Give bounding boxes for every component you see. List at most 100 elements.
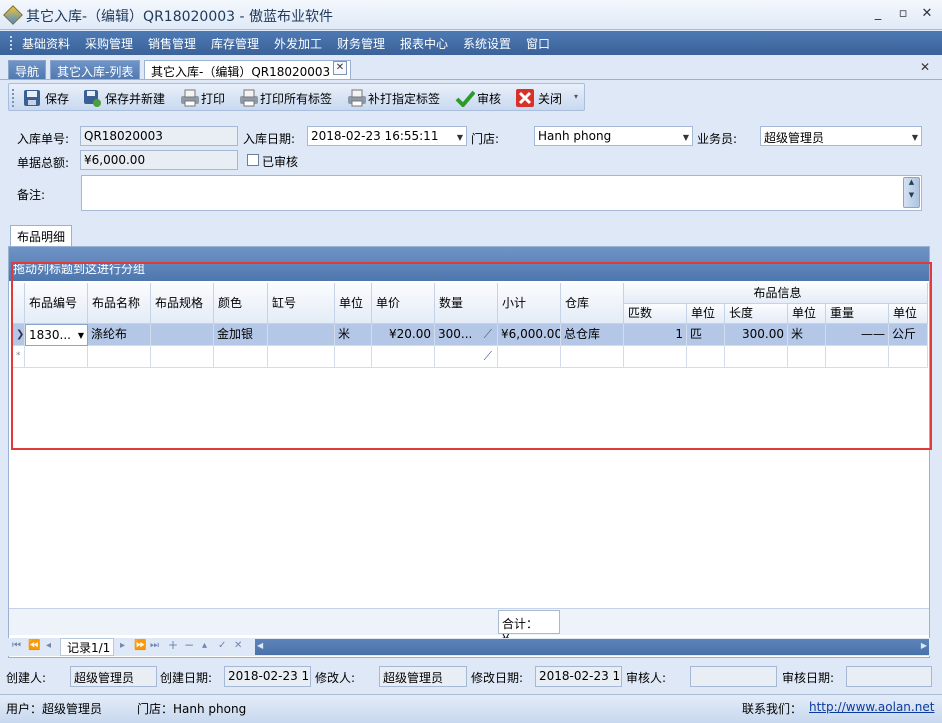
menu-settings[interactable]: 系统设置 bbox=[463, 35, 511, 52]
menu-outsourcing[interactable]: 外发加工 bbox=[274, 35, 322, 52]
add-record-icon[interactable]: + bbox=[168, 638, 178, 652]
close-window-button[interactable]: ✕ bbox=[917, 6, 937, 24]
cell-weight[interactable]: —— bbox=[826, 324, 889, 346]
remark-textarea[interactable] bbox=[81, 175, 922, 211]
menu-window[interactable]: 窗口 bbox=[526, 35, 550, 52]
cell-color[interactable]: 金加银 bbox=[214, 324, 268, 346]
col-header-spec[interactable]: 布品规格 bbox=[151, 283, 214, 324]
accept-icon[interactable]: ✓ bbox=[218, 640, 226, 651]
prev-page-icon[interactable]: ⏪ bbox=[28, 640, 40, 651]
col-header-length[interactable]: 长度 bbox=[725, 304, 788, 324]
cell-unit4[interactable]: 公斤 bbox=[889, 324, 928, 346]
close-tab-icon[interactable]: ✕ bbox=[333, 61, 347, 75]
col-header-code[interactable]: 布品编号 bbox=[25, 283, 88, 324]
menu-inventory[interactable]: 库存管理 bbox=[211, 35, 259, 52]
new-cell[interactable] bbox=[788, 346, 826, 368]
tab-navigation[interactable]: 导航 bbox=[8, 60, 47, 80]
new-cell[interactable] bbox=[687, 346, 725, 368]
clerk-select[interactable]: 超级管理员 ▼ bbox=[760, 126, 922, 146]
menu-basic-data[interactable]: 基础资料 bbox=[22, 35, 70, 52]
col-header-weight[interactable]: 重量 bbox=[826, 304, 889, 324]
close-button[interactable]: 关闭 bbox=[516, 88, 562, 108]
save-and-new-button[interactable]: 保存并新建 bbox=[83, 88, 165, 108]
order-no-field[interactable]: QR18020003 bbox=[80, 126, 238, 146]
app-icon bbox=[3, 5, 23, 25]
cell-unit3[interactable]: 米 bbox=[788, 324, 826, 346]
cell-code[interactable]: 1830... ▼ bbox=[25, 324, 88, 346]
next-record-icon[interactable]: ▸ bbox=[120, 640, 125, 651]
new-cell[interactable] bbox=[335, 346, 372, 368]
col-header-price[interactable]: 单价 bbox=[372, 283, 435, 324]
last-record-icon[interactable]: ⏭ bbox=[150, 640, 159, 651]
creator-field: 超级管理员 bbox=[70, 666, 157, 687]
cell-pieces[interactable]: 1 bbox=[624, 324, 687, 346]
store-select[interactable]: Hanh phong ▼ bbox=[534, 126, 693, 146]
tab-other-inbound-edit[interactable]: 其它入库-（编辑）QR18020003 bbox=[144, 60, 351, 80]
new-cell[interactable] bbox=[725, 346, 788, 368]
cell-qty[interactable]: 300... ⟋ bbox=[435, 324, 498, 346]
menu-finance[interactable]: 财务管理 bbox=[337, 35, 385, 52]
col-header-warehouse[interactable]: 仓库 bbox=[561, 283, 624, 324]
menu-purchase[interactable]: 采购管理 bbox=[85, 35, 133, 52]
audit-button[interactable]: 审核 bbox=[455, 88, 501, 108]
new-cell[interactable] bbox=[498, 346, 561, 368]
cancel-icon[interactable]: ✕ bbox=[234, 640, 242, 651]
col-header-unit2[interactable]: 单位 bbox=[687, 304, 725, 324]
menu-reports[interactable]: 报表中心 bbox=[400, 35, 448, 52]
new-cell[interactable] bbox=[826, 346, 889, 368]
cell-price[interactable]: ¥20.00 bbox=[372, 324, 435, 346]
new-cell[interactable] bbox=[25, 346, 88, 368]
new-cell[interactable] bbox=[268, 346, 335, 368]
cell-unit[interactable]: 米 bbox=[335, 324, 372, 346]
col-header-unit[interactable]: 单位 bbox=[335, 283, 372, 324]
new-cell[interactable] bbox=[214, 346, 268, 368]
ruler-icon[interactable]: ⟋ bbox=[484, 324, 492, 345]
new-cell[interactable] bbox=[151, 346, 214, 368]
minimize-button[interactable]: _ bbox=[868, 6, 888, 24]
toolbar-overflow-icon[interactable]: ▾ bbox=[574, 92, 578, 101]
new-cell[interactable] bbox=[561, 346, 624, 368]
cell-length[interactable]: 300.00 bbox=[725, 324, 788, 346]
website-link[interactable]: http://www.aolan.net bbox=[809, 700, 934, 714]
print-button[interactable]: 打印 bbox=[179, 88, 225, 108]
cell-warehouse[interactable]: 总仓库 bbox=[561, 324, 624, 346]
col-header-unit3[interactable]: 单位 bbox=[788, 304, 826, 324]
new-cell[interactable] bbox=[624, 346, 687, 368]
col-header-vat[interactable]: 缸号 bbox=[268, 283, 335, 324]
remark-scrollbar[interactable]: ▲ ▼ bbox=[903, 177, 920, 208]
tab-fabric-detail[interactable]: 布品明细 bbox=[10, 225, 73, 246]
maximize-button[interactable]: ▫ bbox=[893, 6, 913, 24]
new-cell[interactable] bbox=[88, 346, 151, 368]
col-header-subtotal[interactable]: 小计 bbox=[498, 283, 561, 324]
new-cell[interactable]: ⟋ bbox=[435, 346, 498, 368]
reprint-labels-button[interactable]: 补打指定标签 bbox=[346, 88, 440, 108]
menu-sales[interactable]: 销售管理 bbox=[148, 35, 196, 52]
col-header-name[interactable]: 布品名称 bbox=[88, 283, 151, 324]
group-by-panel[interactable]: 拖动列标题到这进行分组 bbox=[9, 247, 929, 281]
col-header-pieces[interactable]: 匹数 bbox=[624, 304, 687, 324]
delete-record-icon[interactable]: − bbox=[184, 638, 194, 652]
cell-vat[interactable] bbox=[268, 324, 335, 346]
new-cell[interactable] bbox=[372, 346, 435, 368]
cell-unit2[interactable]: 匹 bbox=[687, 324, 725, 346]
new-row-asterisk-icon: * bbox=[13, 346, 25, 368]
close-all-icon[interactable]: ✕ bbox=[920, 60, 930, 74]
cell-name[interactable]: 涤纶布 bbox=[88, 324, 151, 346]
col-header-qty[interactable]: 数量 bbox=[435, 283, 498, 324]
next-page-icon[interactable]: ⏩ bbox=[134, 640, 146, 651]
prev-record-icon[interactable]: ◂ bbox=[46, 640, 51, 651]
cell-spec[interactable] bbox=[151, 324, 214, 346]
save-button[interactable]: 保存 bbox=[23, 88, 69, 108]
col-header-unit4[interactable]: 单位 bbox=[889, 304, 928, 324]
first-record-icon[interactable]: ⏮ bbox=[12, 640, 21, 651]
date-picker[interactable]: 2018-02-23 16:55:11 ▼ bbox=[307, 126, 467, 146]
col-header-color[interactable]: 颜色 bbox=[214, 283, 268, 324]
tab-other-inbound-list[interactable]: 其它入库-列表 bbox=[50, 60, 141, 80]
ruler-icon[interactable]: ⟋ bbox=[484, 346, 492, 367]
horizontal-scrollbar[interactable]: ◀ ▶ bbox=[255, 639, 929, 655]
audited-checkbox[interactable] bbox=[247, 154, 259, 166]
edit-record-icon[interactable]: ▴ bbox=[202, 640, 207, 651]
cell-subtotal[interactable]: ¥6,000.00 bbox=[498, 324, 561, 346]
new-cell[interactable] bbox=[889, 346, 928, 368]
print-all-labels-button[interactable]: 打印所有标签 bbox=[238, 88, 332, 108]
